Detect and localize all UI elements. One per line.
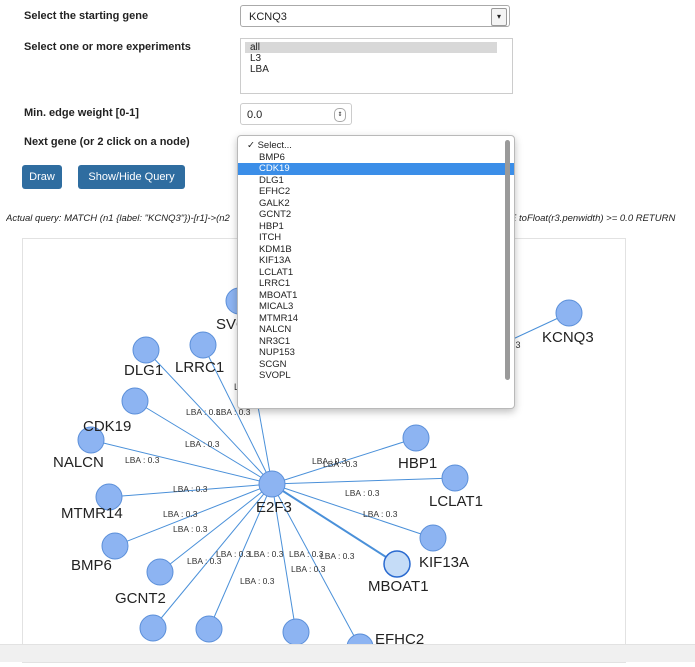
graph-node[interactable] xyxy=(282,618,310,646)
edge-label: LBA : 0.3 xyxy=(363,509,398,519)
edge-label: LBA : 0.3 xyxy=(240,576,275,586)
node-label: GCNT2 xyxy=(115,590,166,607)
graph-node[interactable] xyxy=(146,558,174,586)
dropdown-option[interactable]: LRRC1 xyxy=(238,278,514,290)
node-label: DLG1 xyxy=(124,362,163,379)
graph-node[interactable] xyxy=(132,336,160,364)
edge-label: LBA : 0.3 xyxy=(185,439,220,449)
dropdown-list[interactable]: ✓ Select... BMP6 CDK19 DLG1 EFHC2 GALK2 GCNT2 H… xyxy=(238,136,514,382)
dropdown-option[interactable]: MICAL3 xyxy=(238,301,514,313)
dropdown-option[interactable]: EFHC2 xyxy=(238,186,514,198)
edge-label: LBA : 0.3 xyxy=(320,551,355,561)
node-label: KCNQ3 xyxy=(542,329,594,346)
edge-label: LBA : 0.3 xyxy=(173,484,208,494)
node-label: MBOAT1 xyxy=(368,578,429,595)
dropdown-option[interactable]: NUP153 xyxy=(238,347,514,359)
next-gene-dropdown[interactable]: ✓ Select... BMP6 CDK19 DLG1 EFHC2 GALK2 GCNT2 H… xyxy=(237,135,515,409)
graph-node[interactable] xyxy=(139,614,167,642)
node-label: HBP1 xyxy=(398,455,437,472)
show-hide-query-button[interactable]: Show/Hide Query xyxy=(78,165,185,189)
experiment-option-lba[interactable]: LBA xyxy=(241,64,512,75)
dropdown-option[interactable]: MBOAT1 xyxy=(238,290,514,302)
experiment-option-l3[interactable]: L3 xyxy=(241,53,512,64)
experiments-label: Select one or more experiments xyxy=(24,41,191,53)
graph-node[interactable] xyxy=(121,387,149,415)
edge-label: LBA : 0.3 xyxy=(249,549,284,559)
graph-node-hub[interactable] xyxy=(258,470,286,498)
draw-button[interactable]: Draw xyxy=(22,165,62,189)
edge-label: LBA : 0.3 xyxy=(216,549,251,559)
graph-node[interactable] xyxy=(441,464,469,492)
dropdown-option[interactable]: HBP1 xyxy=(238,221,514,233)
dropdown-option[interactable]: KDM1B xyxy=(238,244,514,256)
dropdown-option[interactable]: ✓ Select... xyxy=(238,140,514,152)
graph-edge xyxy=(271,477,456,485)
dropdown-option[interactable]: GALK2 xyxy=(238,198,514,210)
dropdown-option[interactable]: MTMR14 xyxy=(238,313,514,325)
dropdown-option[interactable]: ITCH xyxy=(238,232,514,244)
node-label: LRRC1 xyxy=(175,359,224,376)
bottom-bar xyxy=(0,644,695,662)
query-left: Actual query: MATCH (n1 {label: "KCNQ3"}… xyxy=(6,213,230,224)
dropdown-option[interactable]: NR3C1 xyxy=(238,336,514,348)
graph-node[interactable] xyxy=(402,424,430,452)
dropdown-option[interactable]: DLG1 xyxy=(238,175,514,187)
graph-node[interactable] xyxy=(189,331,217,359)
next-gene-label: Next gene (or 2 click on a node) xyxy=(24,136,190,148)
edge-label: LBA : 0.3 xyxy=(173,524,208,534)
node-label: LCLAT1 xyxy=(429,493,483,510)
start-gene-value: KCNQ3 xyxy=(249,11,287,23)
node-label: BMP6 xyxy=(71,557,112,574)
graph-edge xyxy=(90,439,273,485)
graph-node[interactable] xyxy=(383,550,411,578)
edge-label: LBA : 0.3 xyxy=(345,488,380,498)
dropdown-option[interactable]: LCLAT1 xyxy=(238,267,514,279)
dropdown-option[interactable]: NALCN xyxy=(238,324,514,336)
graph-node[interactable] xyxy=(101,532,129,560)
node-label: CDK19 xyxy=(83,418,131,435)
dropdown-option[interactable]: CDK19 xyxy=(238,163,514,175)
node-label: MTMR14 xyxy=(61,505,123,522)
edge-label: LBA : 0.3 xyxy=(163,509,198,519)
chevron-down-icon[interactable]: ▾ xyxy=(491,8,507,26)
edge-label: LBA : 0.3 xyxy=(312,456,347,466)
spinner-icon[interactable]: ⇕ xyxy=(334,108,346,122)
min-edge-input[interactable]: 0.0 ⇕ xyxy=(240,103,352,125)
dropdown-option[interactable]: GCNT2 xyxy=(238,209,514,221)
dropdown-option[interactable]: SCGN xyxy=(238,359,514,371)
graph-node[interactable] xyxy=(195,615,223,643)
start-gene-select[interactable]: KCNQ3 ▾ xyxy=(240,5,510,27)
node-label: NALCN xyxy=(53,454,104,471)
graph-node[interactable] xyxy=(555,299,583,327)
min-edge-label: Min. edge weight [0-1] xyxy=(24,107,139,119)
experiments-listbox[interactable]: all L3 LBA xyxy=(240,38,513,94)
dropdown-option[interactable]: BMP6 xyxy=(238,152,514,164)
edge-label: LBA : 0.3 xyxy=(125,455,160,465)
start-gene-label: Select the starting gene xyxy=(24,10,149,22)
min-edge-value: 0.0 xyxy=(247,109,263,121)
dropdown-scrollbar[interactable] xyxy=(505,140,510,380)
node-label: KIF13A xyxy=(419,554,469,571)
dropdown-option[interactable]: SVOPL xyxy=(238,370,514,382)
dropdown-option[interactable]: KIF13A xyxy=(238,255,514,267)
edge-label: LBA : 0.3 xyxy=(289,549,324,559)
node-label: E2F3 xyxy=(256,499,292,516)
experiment-option-all[interactable]: all xyxy=(245,42,497,53)
edge-label: LBA : 0.3 xyxy=(291,564,326,574)
query-right: HERE toFloat(r3.penwidth) >= 0.0 RETURN xyxy=(490,213,676,224)
graph-node[interactable] xyxy=(419,524,447,552)
